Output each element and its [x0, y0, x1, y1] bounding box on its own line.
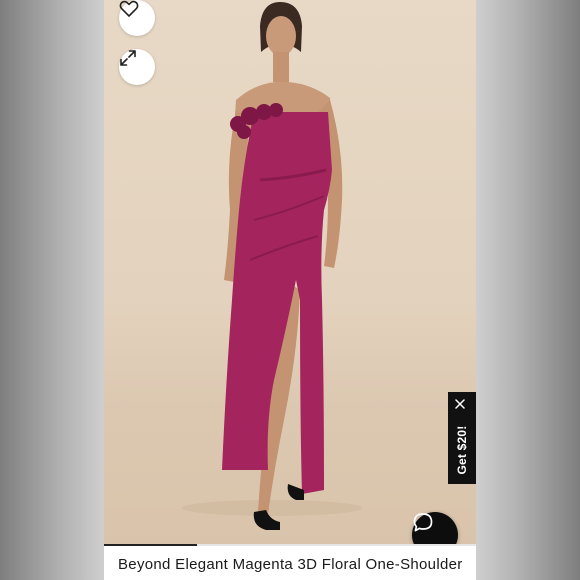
model-illustration: [182, 2, 362, 530]
product-photo[interactable]: Get $20!: [104, 0, 476, 544]
promo-tab[interactable]: Get $20!: [448, 392, 476, 484]
letterbox-left: [0, 0, 104, 580]
close-icon: [455, 399, 465, 409]
favorite-button[interactable]: [119, 0, 155, 36]
heart-outline-icon: [119, 0, 139, 17]
expand-arrows-icon: [120, 50, 136, 66]
chat-bubble-icon: [413, 513, 433, 532]
promo-label[interactable]: Get $20!: [455, 426, 469, 475]
promo-close-button[interactable]: [455, 399, 469, 413]
expand-button[interactable]: [119, 49, 155, 85]
product-title: Beyond Elegant Magenta 3D Floral One-Sho…: [118, 556, 463, 573]
product-title-bar: Beyond Elegant Magenta 3D Floral One-Sho…: [104, 546, 476, 580]
product-screen: Get $20! Beyond Elegant Magenta 3D Flora…: [104, 0, 476, 580]
letterbox-right: [476, 0, 580, 580]
